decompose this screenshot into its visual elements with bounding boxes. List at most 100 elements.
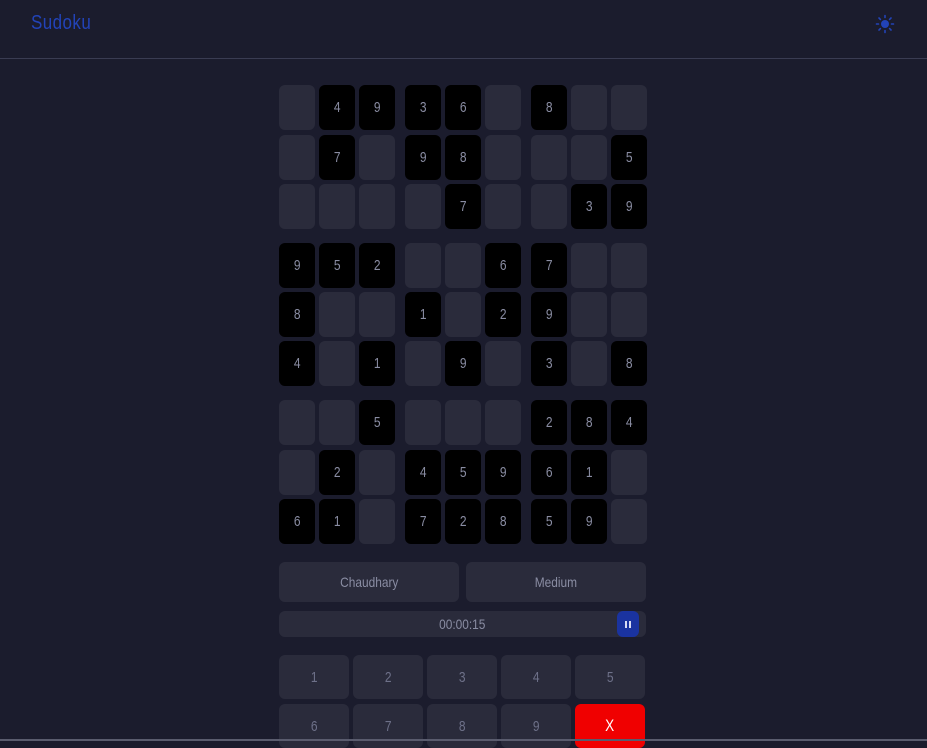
sudoku-cell[interactable]: 9: [405, 135, 441, 180]
sudoku-cell[interactable]: [531, 184, 567, 229]
sudoku-cell[interactable]: [405, 243, 441, 288]
sudoku-cell[interactable]: 7: [405, 499, 441, 544]
cell-digit: 1: [333, 513, 341, 530]
sudoku-cell[interactable]: 8: [279, 292, 315, 337]
sudoku-cell[interactable]: 1: [571, 450, 607, 495]
sudoku-cell[interactable]: [571, 243, 607, 288]
sudoku-cell[interactable]: 9: [279, 243, 315, 288]
sudoku-cell[interactable]: [611, 499, 647, 544]
sudoku-cell[interactable]: [611, 85, 647, 130]
sudoku-cell[interactable]: [359, 499, 395, 544]
sudoku-cell[interactable]: [279, 184, 315, 229]
sudoku-cell[interactable]: [485, 85, 521, 130]
sudoku-cell[interactable]: [319, 184, 355, 229]
number-key-6[interactable]: 6: [279, 704, 349, 748]
sudoku-cell[interactable]: 6: [531, 450, 567, 495]
sudoku-cell[interactable]: 8: [571, 400, 607, 445]
number-key-2[interactable]: 2: [353, 655, 423, 699]
pause-button[interactable]: [617, 611, 639, 637]
number-key-8[interactable]: 8: [427, 704, 497, 748]
sudoku-cell[interactable]: [485, 135, 521, 180]
sudoku-cell[interactable]: 8: [611, 341, 647, 386]
sudoku-cell[interactable]: [279, 135, 315, 180]
sudoku-cell[interactable]: 1: [359, 341, 395, 386]
cell-digit: 1: [419, 306, 427, 323]
sudoku-cell[interactable]: 4: [405, 450, 441, 495]
sudoku-cell[interactable]: 8: [531, 85, 567, 130]
sudoku-cell[interactable]: [279, 85, 315, 130]
sudoku-cell[interactable]: [319, 292, 355, 337]
number-key-5[interactable]: 5: [575, 655, 645, 699]
number-key-1[interactable]: 1: [279, 655, 349, 699]
sudoku-cell[interactable]: 9: [531, 292, 567, 337]
sudoku-cell[interactable]: [611, 450, 647, 495]
sudoku-cell[interactable]: [571, 292, 607, 337]
sudoku-cell[interactable]: [319, 400, 355, 445]
sudoku-cell[interactable]: 5: [611, 135, 647, 180]
sudoku-cell[interactable]: 9: [611, 184, 647, 229]
sudoku-cell[interactable]: 7: [319, 135, 355, 180]
sudoku-cell[interactable]: [405, 184, 441, 229]
sudoku-cell[interactable]: 8: [445, 135, 481, 180]
sudoku-cell[interactable]: [359, 292, 395, 337]
sudoku-cell[interactable]: 7: [445, 184, 481, 229]
sudoku-cell[interactable]: 3: [405, 85, 441, 130]
cell-digit: 5: [373, 414, 381, 431]
number-key-4[interactable]: 4: [501, 655, 571, 699]
difficulty-box[interactable]: Medium: [466, 562, 646, 602]
sudoku-cell[interactable]: 3: [531, 341, 567, 386]
sudoku-cell[interactable]: 1: [319, 499, 355, 544]
sudoku-cell[interactable]: [279, 450, 315, 495]
sudoku-cell[interactable]: [485, 341, 521, 386]
sudoku-cell[interactable]: 2: [531, 400, 567, 445]
sudoku-cell[interactable]: 4: [611, 400, 647, 445]
sudoku-cell[interactable]: [359, 184, 395, 229]
sudoku-cell[interactable]: 9: [445, 341, 481, 386]
erase-button[interactable]: X: [575, 704, 645, 748]
sudoku-cell[interactable]: 9: [485, 450, 521, 495]
sudoku-cell[interactable]: [359, 450, 395, 495]
number-key-3[interactable]: 3: [427, 655, 497, 699]
sudoku-cell[interactable]: 4: [279, 341, 315, 386]
sudoku-cell[interactable]: [571, 85, 607, 130]
sudoku-cell[interactable]: [445, 243, 481, 288]
sudoku-cell[interactable]: [485, 184, 521, 229]
sudoku-cell[interactable]: [571, 135, 607, 180]
sudoku-cell[interactable]: 2: [359, 243, 395, 288]
sudoku-cell[interactable]: 4: [319, 85, 355, 130]
sudoku-cell[interactable]: 9: [571, 499, 607, 544]
cell-digit: 5: [625, 149, 633, 166]
sudoku-cell[interactable]: 5: [445, 450, 481, 495]
sudoku-cell[interactable]: 6: [445, 85, 481, 130]
sudoku-cell[interactable]: 9: [359, 85, 395, 130]
sudoku-cell[interactable]: [611, 243, 647, 288]
sudoku-cell[interactable]: [405, 341, 441, 386]
sudoku-cell[interactable]: [359, 135, 395, 180]
sudoku-cell[interactable]: [445, 292, 481, 337]
sudoku-cell[interactable]: 1: [405, 292, 441, 337]
sudoku-cell[interactable]: [485, 400, 521, 445]
sudoku-cell[interactable]: 5: [319, 243, 355, 288]
cell-digit: 7: [333, 149, 341, 166]
sudoku-cell[interactable]: 3: [571, 184, 607, 229]
sun-icon[interactable]: [875, 14, 895, 34]
sudoku-cell[interactable]: 5: [359, 400, 395, 445]
sudoku-cell[interactable]: [445, 400, 481, 445]
sudoku-cell[interactable]: 2: [485, 292, 521, 337]
sudoku-cell[interactable]: [531, 135, 567, 180]
sudoku-cell[interactable]: 2: [319, 450, 355, 495]
sudoku-cell[interactable]: [279, 400, 315, 445]
sudoku-cell[interactable]: 6: [279, 499, 315, 544]
number-key-9[interactable]: 9: [501, 704, 571, 748]
sudoku-cell[interactable]: [571, 341, 607, 386]
sudoku-cell[interactable]: 6: [485, 243, 521, 288]
sudoku-cell[interactable]: [611, 292, 647, 337]
sudoku-cell[interactable]: 7: [531, 243, 567, 288]
number-key-7[interactable]: 7: [353, 704, 423, 748]
sudoku-cell[interactable]: 8: [485, 499, 521, 544]
sudoku-cell[interactable]: 5: [531, 499, 567, 544]
sudoku-cell[interactable]: [319, 341, 355, 386]
sudoku-cell[interactable]: 2: [445, 499, 481, 544]
app-logo[interactable]: Sudoku: [31, 12, 91, 35]
sudoku-cell[interactable]: [405, 400, 441, 445]
